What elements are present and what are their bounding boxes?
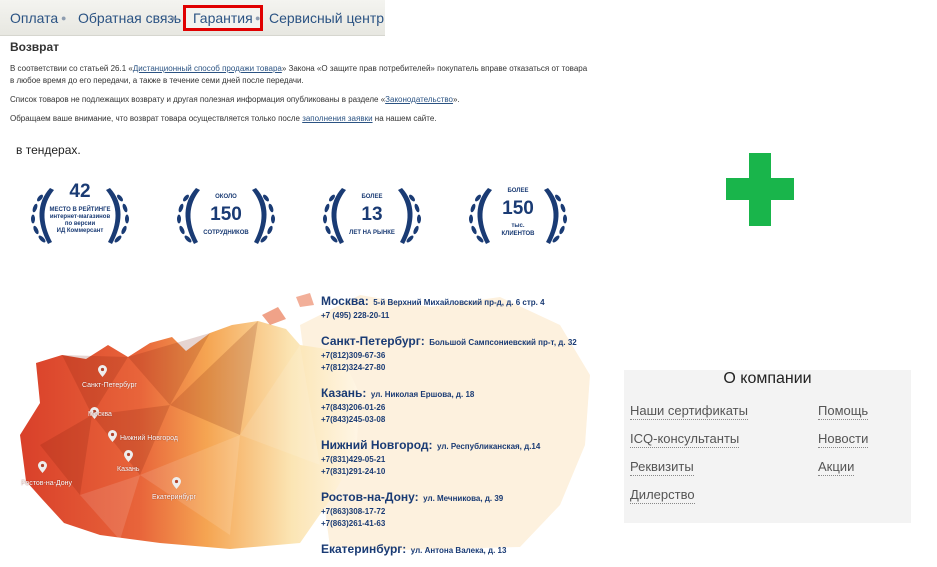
return-policy: Возврат В соответствии со статьей 26.1 «… <box>10 40 590 132</box>
policy-paragraph-1: В соответствии со статьей 26.1 «Дистанци… <box>10 63 590 87</box>
fill-request-link[interactable]: заполнения заявки <box>302 114 372 123</box>
office-list: Москва: 5-й Верхний Михайловский пр-д, д… <box>321 292 611 567</box>
map-pin-icon[interactable] <box>98 365 107 377</box>
office-street: ул. Антона Валека, д. 13 <box>410 546 507 555</box>
pin-label-ekaterinburg: Екатеринбург <box>152 494 197 501</box>
office-street: ул. Николая Ершова, д. 18 <box>370 390 475 399</box>
link-requisites[interactable]: Реквизиты <box>630 459 694 476</box>
about-title: О компании <box>723 370 812 387</box>
policy-text: Обращаем ваше внимание, что возврат това… <box>10 114 303 123</box>
badge-number: 13 <box>361 204 383 225</box>
pin-label-moscow: Москва <box>88 411 112 418</box>
badge-caption: ОКОЛО <box>215 194 237 200</box>
policy-text: Список товаров не подлежащих возврату и … <box>10 95 386 104</box>
map-pin-icon[interactable] <box>124 450 133 462</box>
office-ekaterinburg: Екатеринбург: ул. Антона Валека, д. 13 <box>321 540 611 558</box>
nav-separator: ● <box>61 13 67 23</box>
pin-label-kazan: Казань <box>117 466 140 473</box>
badge-years: БОЛЕЕ 13 ЛЕТ НА РЫНКЕ <box>318 180 426 252</box>
badge-employees: ОКОЛО 150 СОТРУДНИКОВ <box>172 180 280 252</box>
top-nav: Оплата ● Обратная связь ● Гарантия ● Сер… <box>0 0 385 36</box>
policy-text: ». <box>452 95 460 104</box>
office-phone[interactable]: +7(812)324-27-80 <box>321 362 611 374</box>
office-spb: Санкт-Петербург: Большой Сампсониевский … <box>321 332 611 374</box>
policy-title: Возврат <box>10 40 60 54</box>
link-certificates[interactable]: Наши сертификаты <box>630 403 748 420</box>
policy-text: на нашем сайте. <box>372 114 437 123</box>
link-dealership[interactable]: Дилерство <box>630 487 695 504</box>
badge-number: 150 <box>502 198 534 219</box>
office-phone[interactable]: +7(812)309-67-36 <box>321 350 611 362</box>
nav-item-payment[interactable]: Оплата <box>10 5 58 31</box>
office-rostov: Ростов-на-Дону: ул. Мечникова, д. 39 +7(… <box>321 488 611 530</box>
office-nizhny: Нижний Новгород: ул. Республиканская, д.… <box>321 436 611 478</box>
pin-label-rostov: Ростов-на-Дону <box>21 480 72 487</box>
badge-caption: ЛЕТ НА РЫНКЕ <box>349 230 395 236</box>
nav-item-feedback[interactable]: Обратная связь <box>78 5 181 31</box>
pin-label-nizhny: Нижний Новгород <box>120 435 178 442</box>
office-city: Санкт-Петербург: <box>321 334 425 348</box>
office-city: Нижний Новгород: <box>321 438 433 452</box>
office-phone[interactable]: +7(831)429-05-21 <box>321 454 611 466</box>
badge-caption: МЕСТО В РЕЙТИНГЕ <box>49 207 111 213</box>
office-city: Ростов-на-Дону: <box>321 490 419 504</box>
office-street: Большой Сампсониевский пр-т, д. 32 <box>429 338 577 347</box>
map-pin-icon[interactable] <box>108 430 117 442</box>
plus-cross-icon <box>726 153 794 226</box>
office-city: Екатеринбург: <box>321 542 407 556</box>
office-phone[interactable]: +7(863)308-17-72 <box>321 506 611 518</box>
badge-number: 150 <box>210 204 242 225</box>
office-kazan: Казань: ул. Николая Ершова, д. 18 +7(843… <box>321 384 611 426</box>
nav-separator: ● <box>171 13 177 23</box>
nav-separator: ● <box>255 13 261 23</box>
office-phone[interactable]: +7(843)245-03-08 <box>321 414 611 426</box>
link-promotions[interactable]: Акции <box>818 459 855 476</box>
office-phone[interactable]: +7(843)206-01-26 <box>321 402 611 414</box>
badge-clients: БОЛЕЕ 150 тыс. КЛИЕНТОВ <box>464 180 572 252</box>
badge-caption: БОЛЕЕ <box>361 194 383 200</box>
badge-caption: ИД Коммерсант <box>56 228 104 234</box>
office-moscow: Москва: 5-й Верхний Михайловский пр-д, д… <box>321 292 611 322</box>
badge-rating: 42 МЕСТО В РЕЙТИНГЕ интернет-магазинов п… <box>26 180 134 252</box>
badge-caption: по версии <box>64 221 96 227</box>
link-news[interactable]: Новости <box>818 431 869 448</box>
badge-caption: интернет-магазинов <box>49 214 111 220</box>
badge-caption: БОЛЕЕ <box>507 188 529 194</box>
tenders-text: в тендерах. <box>16 143 81 157</box>
badge-number: 42 <box>69 181 91 202</box>
office-city: Москва: <box>321 294 369 308</box>
link-help[interactable]: Помощь <box>818 403 869 420</box>
office-phone[interactable]: +7(831)291-24-10 <box>321 466 611 478</box>
office-street: ул. Республиканская, д.14 <box>437 442 541 451</box>
policy-paragraph-3: Обращаем ваше внимание, что возврат това… <box>10 113 590 125</box>
badge-caption: КЛИЕНТОВ <box>501 231 535 237</box>
policy-text: В соответствии со статьей 26.1 « <box>10 64 133 73</box>
office-street: 5-й Верхний Михайловский пр-д, д. 6 стр.… <box>373 298 545 307</box>
office-phone[interactable]: +7 (495) 228-20-11 <box>321 310 611 322</box>
distance-selling-link[interactable]: Дистанционный способ продажи товара <box>133 64 282 73</box>
map-pin-icon[interactable] <box>172 477 181 489</box>
nav-item-warranty[interactable]: Гарантия <box>183 5 263 31</box>
badge-caption: СОТРУДНИКОВ <box>203 230 249 236</box>
policy-paragraph-2: Список товаров не подлежащих возврату и … <box>10 94 590 106</box>
office-phone[interactable]: +7(863)261-41-63 <box>321 518 611 530</box>
legislation-link[interactable]: Законодательство <box>385 95 453 104</box>
nav-item-service-center[interactable]: Сервисный центр <box>269 5 384 31</box>
badge-caption: тыс. <box>511 223 525 229</box>
office-city: Казань: <box>321 386 367 400</box>
map-pin-icon[interactable] <box>38 461 47 473</box>
office-street: ул. Мечникова, д. 39 <box>423 494 504 503</box>
about-company-panel: О компании Наши сертификаты ICQ-консульт… <box>624 370 911 523</box>
link-icq-consultants[interactable]: ICQ-консультанты <box>630 431 740 448</box>
pin-label-spb: Санкт-Петербург <box>82 382 137 389</box>
